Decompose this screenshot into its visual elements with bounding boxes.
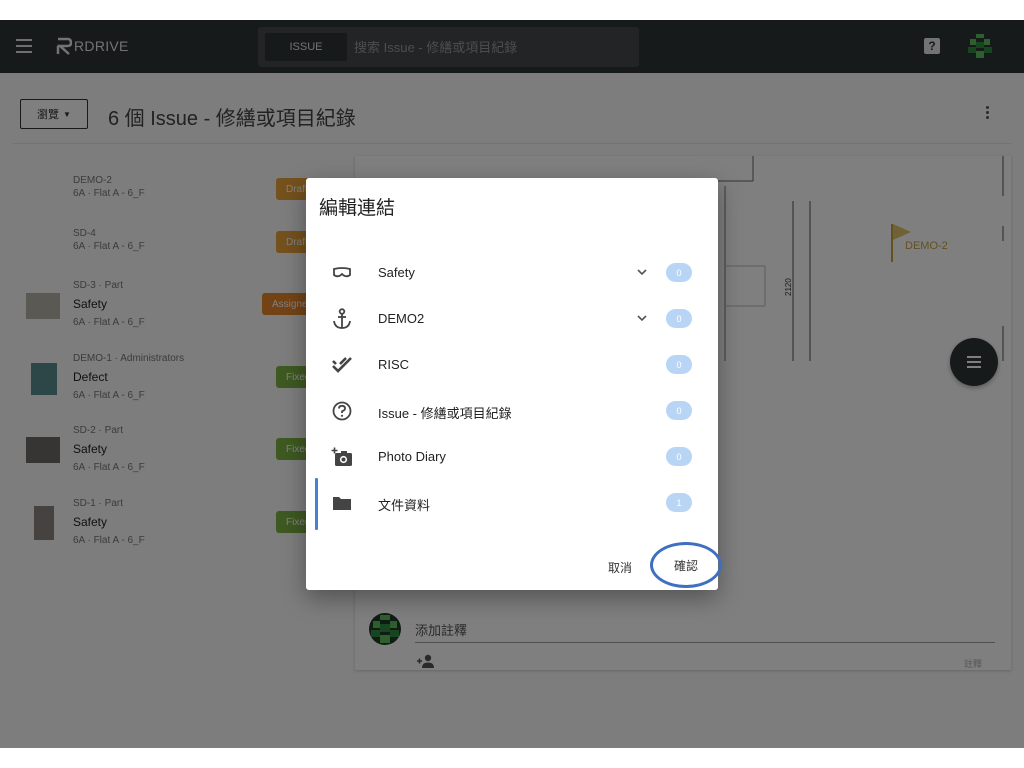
link-row-issue[interactable]: Issue - 修繕或項目紀錄 0 bbox=[306, 388, 718, 434]
folder-icon bbox=[330, 491, 354, 515]
link-row-safety[interactable]: Safety 0 bbox=[306, 250, 718, 296]
confirm-button[interactable]: 確認 bbox=[650, 542, 722, 588]
link-row-photo-diary[interactable]: Photo Diary 0 bbox=[306, 434, 718, 480]
anchor-icon bbox=[330, 307, 354, 331]
edit-links-dialog: 編輯連結 Safety 0 DEMO2 0 RISC 0 Issue - 修繕或… bbox=[306, 178, 722, 590]
add-camera-icon bbox=[330, 445, 354, 469]
link-count-badge: 1 bbox=[666, 493, 692, 512]
link-label: DEMO2 bbox=[378, 311, 425, 326]
link-label: RISC bbox=[378, 357, 410, 372]
goggles-icon bbox=[330, 261, 354, 285]
link-count-badge: 0 bbox=[666, 309, 692, 328]
cancel-button[interactable]: 取消 bbox=[608, 559, 632, 576]
active-row-indicator bbox=[315, 478, 318, 530]
link-label: Issue - 修繕或項目紀錄 bbox=[378, 406, 512, 421]
dialog-title: 編輯連結 bbox=[319, 198, 396, 219]
link-row-demo2[interactable]: DEMO2 0 bbox=[306, 296, 718, 342]
link-count-badge: 0 bbox=[666, 263, 692, 282]
chevron-down-icon[interactable] bbox=[636, 311, 648, 323]
app-frame: RDRIVE ISSUE ? 瀏覽 ▼ 6 個 Issue - 修繕或項目紀錄 … bbox=[0, 20, 1024, 748]
link-label: Photo Diary bbox=[378, 449, 446, 464]
link-count-badge: 0 bbox=[666, 447, 692, 466]
chevron-down-icon[interactable] bbox=[636, 265, 648, 277]
double-check-icon bbox=[330, 353, 354, 377]
link-label: Safety bbox=[378, 265, 415, 280]
link-count-badge: 0 bbox=[666, 355, 692, 374]
bottom-margin bbox=[0, 748, 1024, 768]
link-label: 文件資料 bbox=[378, 498, 431, 513]
link-row-risc[interactable]: RISC 0 bbox=[306, 342, 718, 388]
link-count-badge: 0 bbox=[666, 401, 692, 420]
help-circle-icon bbox=[330, 399, 354, 423]
link-row-documents[interactable]: 文件資料 1 bbox=[306, 480, 718, 526]
